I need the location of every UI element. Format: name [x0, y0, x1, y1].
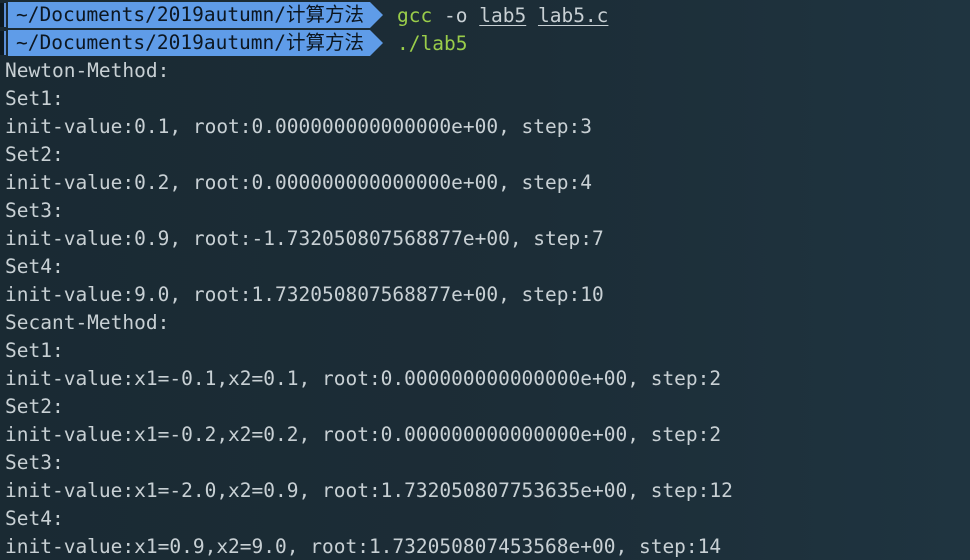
output-line: init-value:x1=-0.2,x2=0.2, root:0.000000… [5, 423, 722, 446]
prompt-path: ~/Documents/2019autumn/计算方法 [8, 30, 371, 56]
command-program: gcc [397, 3, 433, 27]
terminal-window[interactable]: ~/Documents/2019autumn/计算方法 gcc -o lab5 … [0, 0, 970, 560]
output-line: Set2: [5, 395, 64, 418]
row-marker [0, 31, 6, 55]
output-line: Set3: [5, 451, 64, 474]
output-line: init-value:0.1, root:0.000000000000000e+… [5, 115, 592, 138]
output-line: Set3: [5, 199, 64, 222]
output-line: Set4: [5, 255, 64, 278]
output-line: Newton-Method: [5, 59, 170, 82]
prompt-arrow-icon [370, 2, 384, 28]
output-line: init-value:x1=0.9,x2=9.0, root:1.7320508… [5, 535, 722, 558]
command-line-2[interactable]: ./lab5 [397, 32, 467, 55]
output-line: Set1: [5, 87, 64, 110]
row-marker [0, 3, 6, 27]
prompt-line-2: ~/Documents/2019autumn/计算方法 ./lab5 [0, 29, 467, 57]
prompt-path: ~/Documents/2019autumn/计算方法 [8, 2, 371, 28]
command-arg-file: lab5.c [537, 3, 609, 27]
output-line: init-value:0.2, root:0.000000000000000e+… [5, 171, 592, 194]
output-line: init-value:x1=-0.1,x2=0.1, root:0.000000… [5, 367, 722, 390]
output-line: init-value:x1=-2.0,x2=0.9, root:1.732050… [5, 479, 733, 502]
output-line: Secant-Method: [5, 311, 170, 334]
prompt-arrow-icon [370, 30, 384, 56]
output-line: init-value:0.9, root:-1.732050807568877e… [5, 227, 604, 250]
command-flag: -o [444, 3, 468, 27]
output-line: Set1: [5, 339, 64, 362]
prompt-line-1: ~/Documents/2019autumn/计算方法 gcc -o lab5 … [0, 1, 608, 29]
output-line: init-value:9.0, root:1.732050807568877e+… [5, 283, 604, 306]
command-program: ./lab5 [397, 31, 468, 55]
output-line: Set4: [5, 507, 64, 530]
output-line: Set2: [5, 143, 64, 166]
command-arg-file: lab5 [479, 3, 527, 27]
command-line-1[interactable]: gcc -o lab5 lab5.c [397, 4, 608, 27]
